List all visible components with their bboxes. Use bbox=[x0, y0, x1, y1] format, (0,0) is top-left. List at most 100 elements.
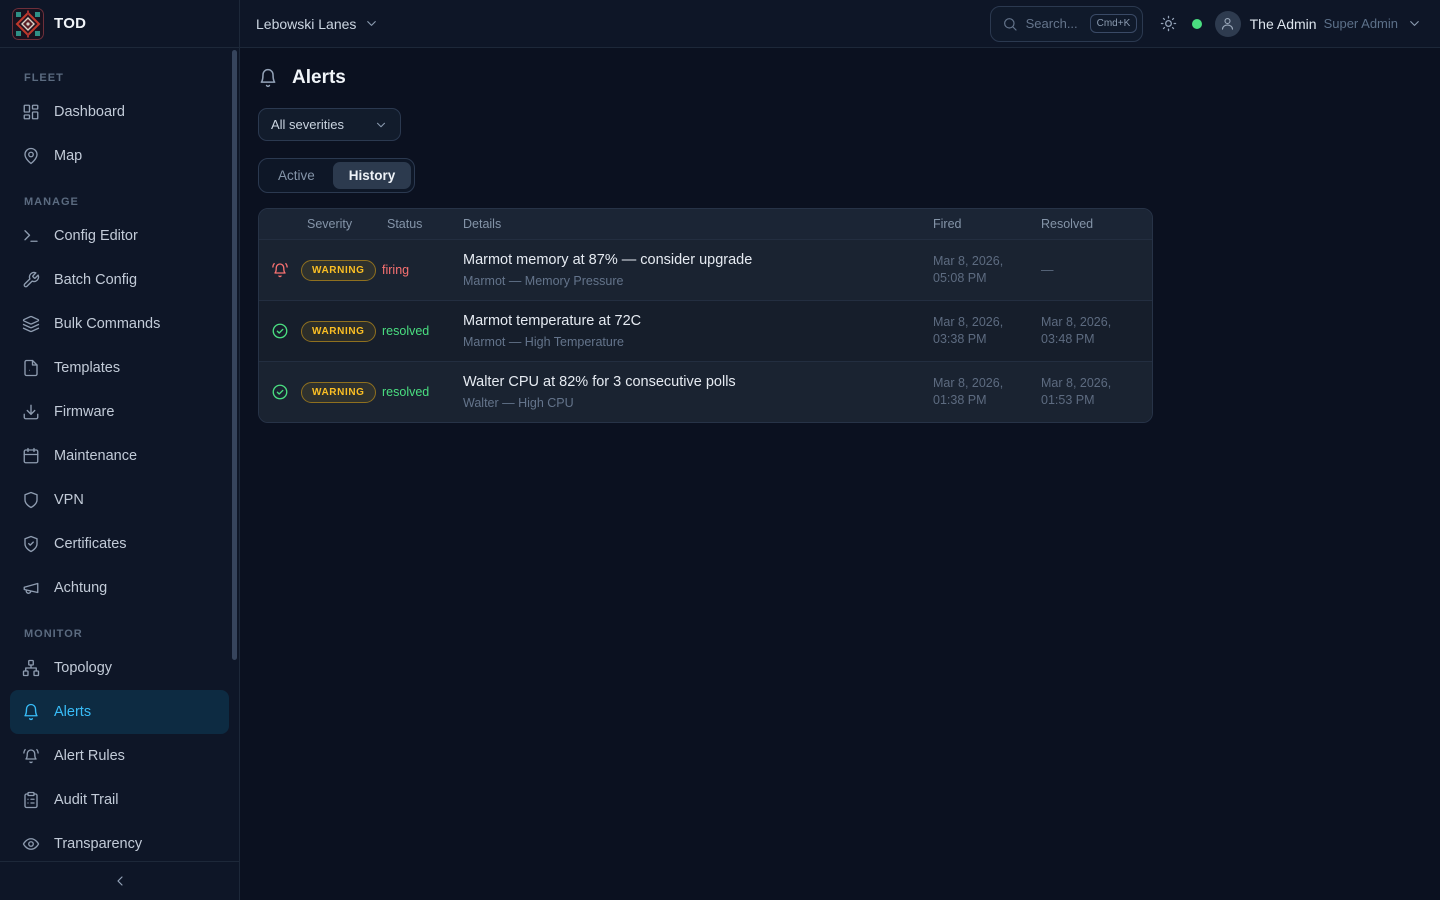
search-input[interactable] bbox=[1026, 16, 1082, 31]
status-text: resolved bbox=[381, 385, 457, 399]
bell-alert-icon bbox=[259, 261, 301, 279]
dashboard-grid-icon bbox=[22, 103, 40, 121]
theme-toggle-button[interactable] bbox=[1160, 15, 1177, 32]
sidebar-item-alert-rules[interactable]: Alert Rules bbox=[10, 734, 229, 778]
avatar[interactable] bbox=[1215, 11, 1241, 37]
severity-filter-select[interactable]: All severities bbox=[258, 108, 401, 141]
user-name: The Admin bbox=[1250, 16, 1317, 32]
alert-title: Marmot memory at 87% — consider upgrade bbox=[463, 252, 920, 268]
bell-icon bbox=[22, 703, 40, 721]
sidebar-item-topology[interactable]: Topology bbox=[10, 646, 229, 690]
column-header-resolved: Resolved bbox=[1034, 217, 1152, 231]
download-icon bbox=[22, 403, 40, 421]
sidebar-item-label: Transparency bbox=[54, 836, 142, 852]
wrench-icon bbox=[22, 271, 40, 289]
tab-active[interactable]: Active bbox=[262, 162, 331, 189]
calendar-icon bbox=[22, 447, 40, 465]
alert-details: Marmot memory at 87% — consider upgrade … bbox=[457, 252, 926, 288]
sidebar-item-label: Templates bbox=[54, 360, 120, 376]
fired-timestamp: Mar 8, 2026, 05:08 PM bbox=[926, 253, 1034, 287]
section-label-monitor: MONITOR bbox=[10, 622, 229, 646]
table-row[interactable]: WARNING firing Marmot memory at 87% — co… bbox=[259, 239, 1152, 300]
sidebar-item-label: VPN bbox=[54, 492, 84, 508]
alert-title: Marmot temperature at 72C bbox=[463, 313, 920, 329]
resolved-timestamp: Mar 8, 2026, 03:48 PM bbox=[1034, 314, 1152, 348]
clipboard-icon bbox=[22, 791, 40, 809]
page-title: Alerts bbox=[292, 67, 346, 89]
layers-icon bbox=[22, 315, 40, 333]
sidebar-item-achtung[interactable]: Achtung bbox=[10, 566, 229, 610]
sidebar-item-bulk-commands[interactable]: Bulk Commands bbox=[10, 302, 229, 346]
status-text: firing bbox=[381, 263, 457, 277]
sidebar-collapse-button[interactable] bbox=[0, 861, 239, 900]
tab-history[interactable]: History bbox=[333, 162, 412, 189]
org-name: Lebowski Lanes bbox=[256, 16, 356, 32]
check-circle-icon bbox=[259, 322, 301, 340]
alert-subtitle: Marmot — High Temperature bbox=[463, 335, 920, 349]
sidebar-item-dashboard[interactable]: Dashboard bbox=[10, 90, 229, 134]
sidebar-scrollbar[interactable] bbox=[232, 50, 237, 660]
sidebar: FLEET Dashboard Map MANAGE Config Editor… bbox=[0, 48, 240, 900]
sidebar-item-label: Maintenance bbox=[54, 448, 137, 464]
table-row[interactable]: WARNING resolved Marmot temperature at 7… bbox=[259, 300, 1152, 361]
user-menu-chevron-down-icon[interactable] bbox=[1407, 16, 1422, 31]
shield-check-icon bbox=[22, 535, 40, 553]
alert-title: Walter CPU at 82% for 3 consecutive poll… bbox=[463, 374, 920, 390]
status-text: resolved bbox=[381, 324, 457, 338]
chevron-left-icon bbox=[112, 873, 128, 889]
sidebar-section-monitor: MONITOR Topology Alerts Alert Rules Audi… bbox=[10, 622, 229, 861]
sidebar-item-label: Alerts bbox=[54, 704, 91, 720]
column-header-status: Status bbox=[381, 217, 457, 231]
sidebar-item-label: Achtung bbox=[54, 580, 107, 596]
sidebar-item-label: Alert Rules bbox=[54, 748, 125, 764]
sidebar-item-vpn[interactable]: VPN bbox=[10, 478, 229, 522]
sidebar-item-label: Topology bbox=[54, 660, 112, 676]
fired-timestamp: Mar 8, 2026, 03:38 PM bbox=[926, 314, 1034, 348]
sidebar-item-map[interactable]: Map bbox=[10, 134, 229, 178]
alert-subtitle: Marmot — Memory Pressure bbox=[463, 274, 920, 288]
user-role-badge: Super Admin bbox=[1324, 16, 1398, 31]
section-label-fleet: FLEET bbox=[10, 66, 229, 90]
sidebar-item-audit-trail[interactable]: Audit Trail bbox=[10, 778, 229, 822]
app-logo bbox=[12, 8, 44, 40]
sidebar-item-config-editor[interactable]: Config Editor bbox=[10, 214, 229, 258]
severity-badge: WARNING bbox=[301, 260, 376, 281]
search-shortcut-kbd: Cmd+K bbox=[1090, 14, 1138, 33]
sidebar-item-templates[interactable]: Templates bbox=[10, 346, 229, 390]
sidebar-section-fleet: FLEET Dashboard Map bbox=[10, 66, 229, 178]
sidebar-item-label: Certificates bbox=[54, 536, 127, 552]
sidebar-item-certificates[interactable]: Certificates bbox=[10, 522, 229, 566]
sidebar-item-maintenance[interactable]: Maintenance bbox=[10, 434, 229, 478]
org-switcher[interactable]: Lebowski Lanes bbox=[240, 0, 395, 47]
table-row[interactable]: WARNING resolved Walter CPU at 82% for 3… bbox=[259, 361, 1152, 422]
column-header-fired: Fired bbox=[926, 217, 1034, 231]
user-icon bbox=[1220, 16, 1235, 31]
alerts-table: Severity Status Details Fired Resolved W… bbox=[258, 208, 1153, 423]
sun-icon bbox=[1160, 15, 1177, 32]
severity-badge: WARNING bbox=[301, 382, 376, 403]
bell-ring-icon bbox=[22, 747, 40, 765]
check-circle-icon bbox=[259, 383, 301, 401]
search-icon bbox=[1002, 16, 1018, 32]
shield-icon bbox=[22, 491, 40, 509]
sidebar-item-alerts[interactable]: Alerts bbox=[10, 690, 229, 734]
fired-timestamp: Mar 8, 2026, 01:38 PM bbox=[926, 375, 1034, 409]
megaphone-icon bbox=[22, 579, 40, 597]
file-icon bbox=[22, 359, 40, 377]
sidebar-item-batch-config[interactable]: Batch Config bbox=[10, 258, 229, 302]
alert-details: Walter CPU at 82% for 3 consecutive poll… bbox=[457, 374, 926, 410]
sidebar-item-label: Firmware bbox=[54, 404, 114, 420]
chevron-down-icon bbox=[374, 118, 388, 132]
search-box[interactable]: Cmd+K bbox=[990, 6, 1143, 42]
main-content: Alerts All severities Active History Sev… bbox=[240, 48, 1440, 900]
resolved-timestamp: — bbox=[1034, 262, 1152, 279]
sidebar-section-manage: MANAGE Config Editor Batch Config Bulk C… bbox=[10, 190, 229, 610]
table-header-row: Severity Status Details Fired Resolved bbox=[259, 209, 1152, 239]
page-header: Alerts bbox=[258, 62, 1416, 94]
sidebar-item-firmware[interactable]: Firmware bbox=[10, 390, 229, 434]
sidebar-item-transparency[interactable]: Transparency bbox=[10, 822, 229, 861]
brand-name: TOD bbox=[54, 15, 86, 32]
topology-icon bbox=[22, 659, 40, 677]
brand-area: TOD bbox=[0, 0, 240, 47]
column-header-details: Details bbox=[457, 217, 926, 231]
